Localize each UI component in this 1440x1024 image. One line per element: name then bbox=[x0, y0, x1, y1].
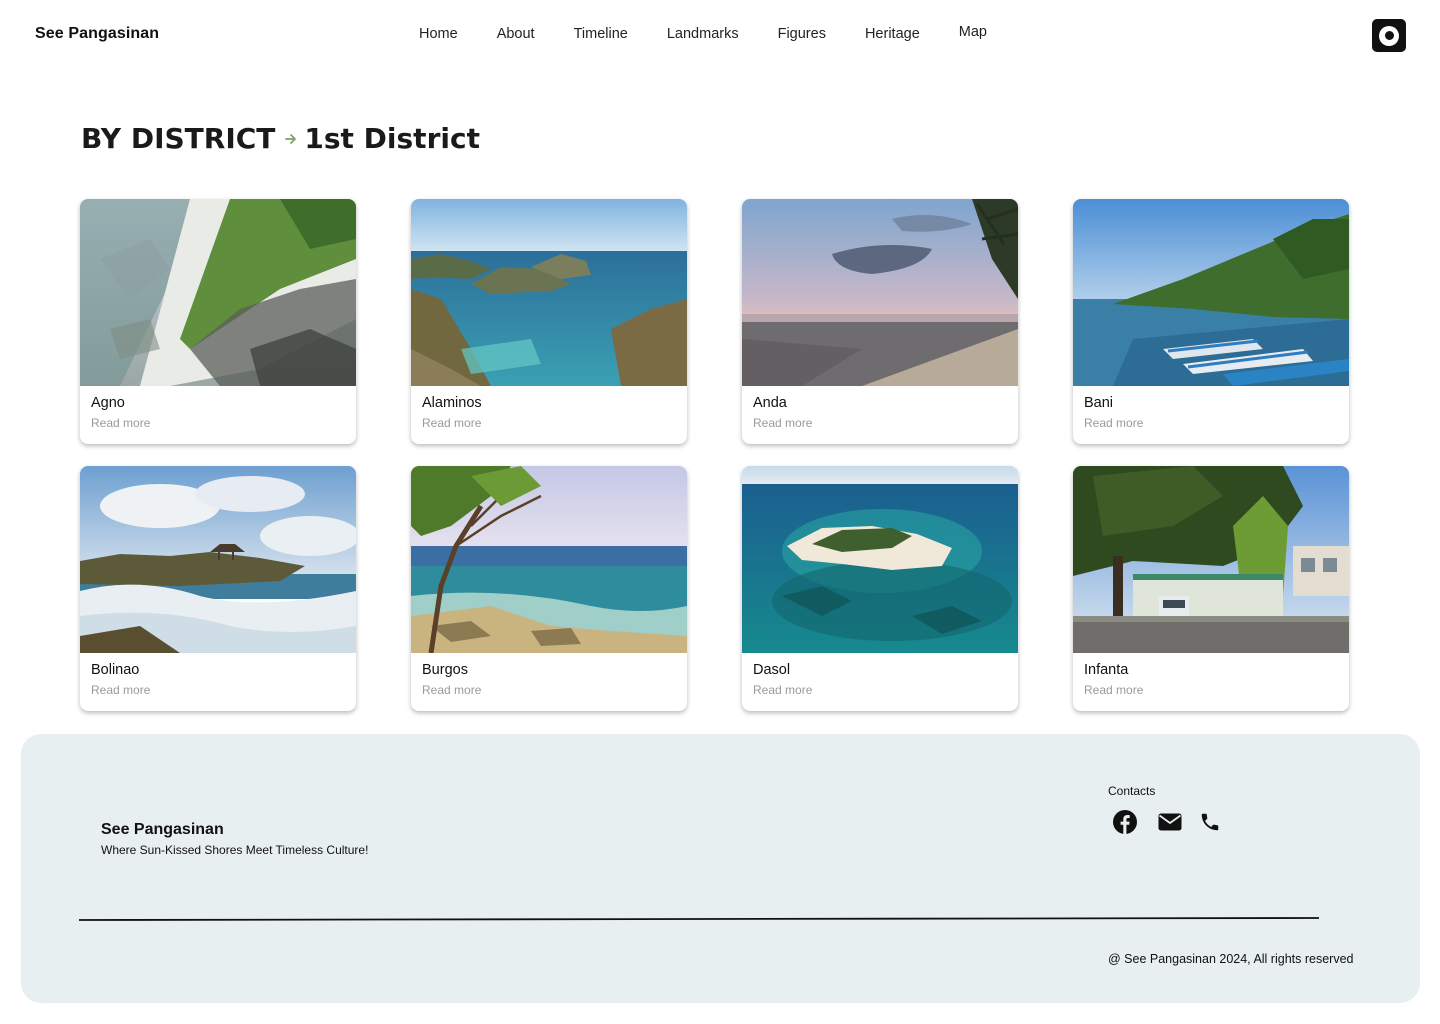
contact-icons bbox=[1113, 810, 1221, 834]
footer-brand: See Pangasinan bbox=[101, 821, 224, 838]
brand-logo-text[interactable]: See Pangasinan bbox=[35, 25, 159, 43]
page-title: BY DISTRICT 1st District bbox=[81, 122, 480, 155]
site-footer: See Pangasinan Where Sun-Kissed Shores M… bbox=[21, 734, 1420, 1003]
contacts-heading: Contacts bbox=[1108, 784, 1156, 798]
town-name: Anda bbox=[753, 395, 787, 411]
nav-landmarks[interactable]: Landmarks bbox=[667, 26, 739, 42]
arrow-right-icon bbox=[284, 132, 298, 146]
town-card-anda[interactable]: Anda Read more bbox=[742, 199, 1018, 444]
profile-icon bbox=[1379, 25, 1399, 46]
read-more-link[interactable]: Read more bbox=[753, 683, 812, 697]
town-name: Agno bbox=[91, 395, 125, 411]
nav-about[interactable]: About bbox=[497, 26, 535, 42]
breadcrumb-current: 1st District bbox=[304, 122, 480, 155]
read-more-link[interactable]: Read more bbox=[91, 683, 150, 697]
email-icon[interactable] bbox=[1158, 813, 1182, 831]
town-photo bbox=[411, 466, 687, 653]
read-more-link[interactable]: Read more bbox=[422, 416, 481, 430]
town-photo bbox=[411, 199, 687, 386]
footer-divider bbox=[79, 917, 1319, 921]
phone-icon[interactable] bbox=[1199, 811, 1221, 833]
profile-button[interactable] bbox=[1372, 19, 1406, 52]
town-photo bbox=[80, 199, 356, 386]
read-more-link[interactable]: Read more bbox=[1084, 683, 1143, 697]
town-name: Dasol bbox=[753, 662, 791, 678]
town-name: Alaminos bbox=[422, 395, 482, 411]
copyright-text: @ See Pangasinan 2024, All rights reserv… bbox=[1108, 952, 1354, 966]
town-name: Burgos bbox=[422, 662, 468, 678]
footer-tagline: Where Sun-Kissed Shores Meet Timeless Cu… bbox=[101, 843, 369, 857]
town-card-infanta[interactable]: Infanta Read more bbox=[1073, 466, 1349, 711]
facebook-icon[interactable] bbox=[1113, 810, 1137, 834]
read-more-link[interactable]: Read more bbox=[91, 416, 150, 430]
town-name: Infanta bbox=[1084, 662, 1129, 678]
breadcrumb-section[interactable]: BY DISTRICT bbox=[81, 122, 275, 155]
town-photo bbox=[1073, 466, 1349, 653]
town-card-bolinao[interactable]: Bolinao Read more bbox=[80, 466, 356, 711]
main-nav: Home About Timeline Landmarks Figures He… bbox=[419, 24, 987, 42]
town-card-alaminos[interactable]: Alaminos Read more bbox=[411, 199, 687, 444]
site-header: See Pangasinan Home About Timeline Landm… bbox=[0, 0, 1440, 72]
town-name: Bani bbox=[1084, 395, 1114, 411]
town-photo bbox=[742, 199, 1018, 386]
nav-home[interactable]: Home bbox=[419, 26, 458, 42]
read-more-link[interactable]: Read more bbox=[753, 416, 812, 430]
nav-heritage[interactable]: Heritage bbox=[865, 26, 920, 42]
nav-map[interactable]: Map bbox=[959, 24, 987, 40]
nav-timeline[interactable]: Timeline bbox=[574, 26, 628, 42]
read-more-link[interactable]: Read more bbox=[422, 683, 481, 697]
town-card-bani[interactable]: Bani Read more bbox=[1073, 199, 1349, 444]
town-photo bbox=[742, 466, 1018, 653]
nav-figures[interactable]: Figures bbox=[778, 26, 826, 42]
town-card-burgos[interactable]: Burgos Read more bbox=[411, 466, 687, 711]
town-card-dasol[interactable]: Dasol Read more bbox=[742, 466, 1018, 711]
town-card-agno[interactable]: Agno Read more bbox=[80, 199, 356, 444]
read-more-link[interactable]: Read more bbox=[1084, 416, 1143, 430]
town-photo bbox=[80, 466, 356, 653]
town-photo bbox=[1073, 199, 1349, 386]
town-name: Bolinao bbox=[91, 662, 140, 678]
